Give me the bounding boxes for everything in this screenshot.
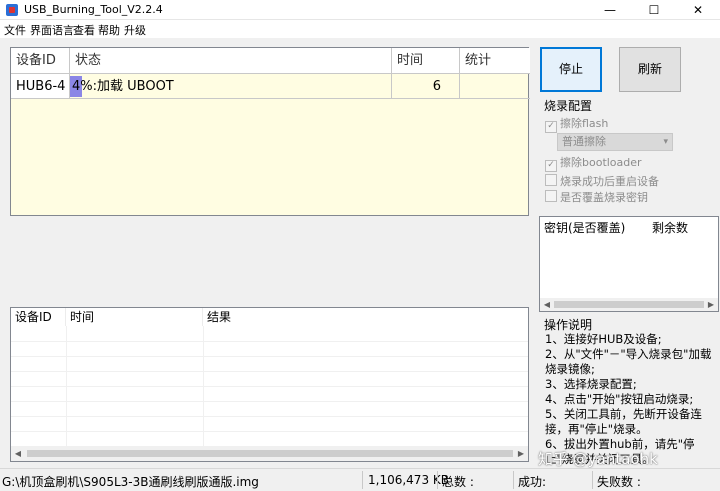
log-col-result[interactable]: 结果: [203, 308, 528, 326]
instruction-line: 1、连接好HUB及设备;: [545, 332, 662, 346]
scroll-right-icon[interactable]: ▶: [704, 300, 718, 309]
instruction-line: 5、关闭工具前，先断开设备连接，再"停止"烧录。: [545, 407, 702, 436]
log-table[interactable]: 设备ID 时间 结果 ◀ ▶: [10, 307, 529, 462]
col-status[interactable]: 状态: [70, 48, 392, 74]
reboot-after-checkbox[interactable]: 烧录成功后重启设备: [545, 173, 659, 189]
row-device-id[interactable]: HUB6-4: [11, 74, 70, 99]
grid-line: [11, 401, 528, 402]
key-col-name[interactable]: 密钥(是否覆盖): [544, 219, 625, 236]
row-time: 6: [392, 74, 460, 99]
grid-line: [11, 431, 528, 432]
grid-line: [11, 416, 528, 417]
log-scrollbar[interactable]: ◀ ▶: [11, 446, 528, 461]
key-col-remaining[interactable]: 剩余数: [652, 219, 688, 236]
instruction-line: 4、点击"开始"按钮启动烧录;: [545, 392, 694, 406]
key-scrollbar[interactable]: ◀ ▶: [540, 298, 718, 311]
grid-line: [11, 356, 528, 357]
maximize-button[interactable]: ☐: [632, 0, 676, 20]
overwrite-key-checkbox[interactable]: 是否覆盖烧录密钥: [545, 189, 648, 205]
col-stat[interactable]: 统计: [460, 48, 530, 74]
scroll-left-icon[interactable]: ◀: [11, 449, 25, 458]
status-divider: [592, 471, 593, 489]
image-path: G:\机顶盒刷机\S905L3-3B通刷线刷版通版.img: [2, 475, 259, 489]
grid-line: [11, 371, 528, 372]
close-button[interactable]: ✕: [676, 0, 720, 20]
menu-file[interactable]: 文件: [4, 22, 26, 38]
device-table[interactable]: 设备ID 状态 时间 统计 HUB6-4 4%:加载 UBOOT 6: [10, 47, 530, 216]
check-icon: ✓: [545, 121, 557, 133]
status-divider: [362, 471, 363, 489]
menu-language[interactable]: 界面语言: [30, 22, 74, 38]
scroll-thumb[interactable]: [554, 301, 704, 308]
col-time[interactable]: 时间: [392, 48, 460, 74]
success-count: 成功:: [518, 475, 547, 489]
chevron-down-icon: ▾: [663, 137, 668, 147]
log-col-time[interactable]: 时间: [66, 308, 203, 326]
window-title: USB_Burning_Tool_V2.2.4: [24, 3, 163, 16]
refresh-button[interactable]: 刷新: [619, 47, 681, 92]
status-bar: G:\机顶盒刷机\S905L3-3B通刷线刷版通版.img 1,106,473 …: [0, 468, 720, 491]
minimize-button[interactable]: —: [588, 0, 632, 20]
app-icon: [6, 4, 18, 16]
menu-bar: 文件 界面语言 查看 帮助 升级: [0, 20, 720, 38]
instructions-title: 操作说明: [544, 318, 593, 332]
grid-line: [11, 341, 528, 342]
stop-button[interactable]: 停止: [540, 47, 602, 92]
grid-line: [66, 326, 67, 446]
menu-view[interactable]: 查看: [73, 22, 95, 38]
log-col-device-id[interactable]: 设备ID: [11, 308, 66, 326]
scroll-right-icon[interactable]: ▶: [514, 449, 528, 458]
row-stat: [460, 74, 530, 99]
watermark: 知乎 @yantaohk: [538, 450, 658, 468]
status-divider: [513, 471, 514, 489]
status-text: 4%:加载 UBOOT: [72, 79, 174, 94]
instruction-line: 2、从"文件"－"导入烧录包"加载烧录镜像;: [545, 347, 712, 376]
grid-line: [203, 326, 204, 446]
status-divider: [437, 471, 438, 489]
erase-mode-select[interactable]: 普通擦除 ▾: [557, 133, 673, 151]
grid-line: [11, 386, 528, 387]
instructions-text: 1、连接好HUB及设备; 2、从"文件"－"导入烧录包"加载烧录镜像; 3、选择…: [545, 332, 715, 467]
title-bar: USB_Burning_Tool_V2.2.4 — ☐ ✕: [0, 0, 720, 20]
col-device-id[interactable]: 设备ID: [11, 48, 70, 74]
erase-bootloader-checkbox[interactable]: ✓ 擦除bootloader: [545, 154, 642, 172]
check-icon: ✓: [545, 160, 557, 172]
burn-config-title: 烧录配置: [544, 99, 593, 113]
key-table[interactable]: 密钥(是否覆盖) 剩余数 ◀ ▶: [539, 216, 719, 312]
total-count: 总数 :: [442, 475, 474, 489]
scroll-left-icon[interactable]: ◀: [540, 300, 554, 309]
erase-flash-checkbox[interactable]: ✓ 擦除flash: [545, 115, 608, 133]
row-status[interactable]: 4%:加载 UBOOT: [70, 74, 392, 99]
scroll-thumb[interactable]: [27, 450, 513, 457]
failed-count: 失败数 :: [597, 475, 641, 489]
menu-help[interactable]: 帮助: [98, 22, 120, 38]
menu-upgrade[interactable]: 升级: [124, 22, 146, 38]
instruction-line: 3、选择烧录配置;: [545, 377, 637, 391]
